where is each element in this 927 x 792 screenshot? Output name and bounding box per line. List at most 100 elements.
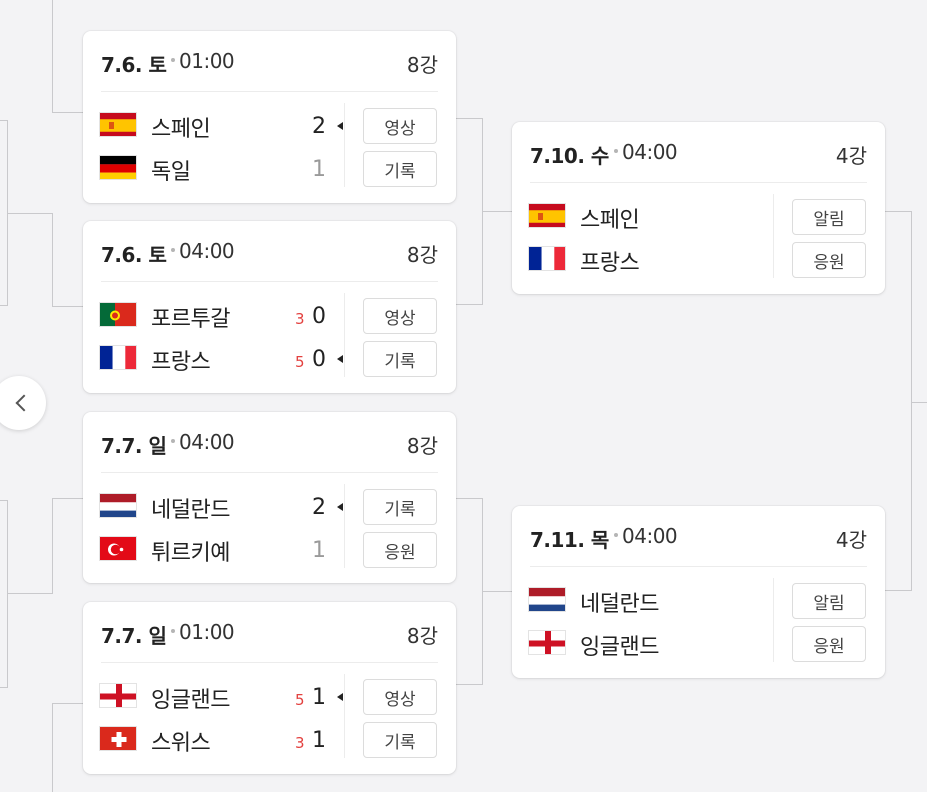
team-name: 스페인 [151,117,211,142]
cheer-button[interactable]: 응원 [792,626,866,662]
tournament-bracket: 7.6. 토 01:00 8강 스페인 2 독일 1 영상 기록 7.6. 토 [0,0,927,792]
bracket-line [482,211,512,212]
record-button[interactable]: 기록 [363,489,437,525]
bracket-line [456,684,483,685]
spain-flag-icon [99,112,137,137]
bracket-line [7,213,53,214]
match-card[interactable]: 7.11. 목 04:00 4강 네덜란드 잉글랜드 알림 응원 [512,506,885,678]
round-label: 8강 [406,624,438,648]
penalty-score: 3 [295,310,305,328]
bracket-line [52,213,53,307]
prev-round-button[interactable] [0,376,46,430]
match-time: 04:00 [622,140,678,164]
team-name: 프랑스 [580,251,640,276]
match-header: 7.6. 토 01:00 8강 [101,31,438,91]
bracket-line [52,703,83,704]
score: 2 [312,114,326,139]
germany-flag-icon [99,155,137,180]
cheer-button[interactable]: 응원 [792,242,866,278]
bracket-line [885,590,912,591]
match-header: 7.10. 수 04:00 4강 [530,122,867,182]
round-label: 8강 [406,53,438,77]
record-button[interactable]: 기록 [363,151,437,187]
divider [530,182,867,183]
video-button[interactable]: 영상 [363,108,437,144]
bracket-line [52,0,53,113]
round-label: 4강 [835,528,867,552]
divider [773,578,774,662]
record-button[interactable]: 기록 [363,722,437,758]
match-card[interactable]: 7.10. 수 04:00 4강 스페인 프랑스 알림 응원 [512,122,885,294]
team-row[interactable]: 네덜란드 [528,586,788,617]
team-name: 네덜란드 [580,592,659,617]
team-name: 포르투갈 [151,307,230,332]
match-date: 7.10. 수 [530,144,609,168]
team-name: 잉글랜드 [151,688,230,713]
bracket-line [7,500,8,688]
team-row[interactable]: 잉글랜드 [528,629,788,660]
match-card[interactable]: 7.7. 일 04:00 8강 네덜란드 2 튀르키예 1 기록 응원 [83,412,456,583]
match-time: 04:00 [179,430,235,454]
team-name: 프랑스 [151,350,211,375]
bracket-line [885,211,912,212]
score: 0 [312,347,326,372]
bracket-line [52,498,83,499]
match-time: 01:00 [179,620,235,644]
bracket-line [52,703,53,792]
score: 0 [312,304,326,329]
video-button[interactable]: 영상 [363,298,437,334]
divider [344,484,345,568]
bracket-line [456,498,483,499]
bracket-line [7,593,53,594]
penalty-score: 5 [295,691,305,709]
separator-dot [171,248,175,252]
winner-arrow-icon [337,122,343,130]
team-row[interactable]: 프랑스 [528,245,788,276]
bracket-line [0,687,8,688]
france-flag-icon [528,246,566,271]
england-flag-icon [528,630,566,655]
france-flag-icon [99,345,137,370]
bracket-line [482,591,512,592]
divider [530,566,867,567]
match-date: 7.7. 일 [101,434,167,458]
penalty-score: 5 [295,353,305,371]
chevron-left-icon [15,394,33,412]
bracket-line [911,211,912,591]
turkey-flag-icon [99,536,137,561]
team-row[interactable]: 스페인 [528,202,788,233]
alert-button[interactable]: 알림 [792,199,866,235]
cheer-button[interactable]: 응원 [363,532,437,568]
match-card[interactable]: 7.6. 토 04:00 8강 포르투갈 3 0 프랑스 5 0 영상 기록 [83,221,456,393]
bracket-line [911,402,927,403]
match-time: 04:00 [179,239,235,263]
match-header: 7.11. 목 04:00 4강 [530,506,867,566]
match-card[interactable]: 7.6. 토 01:00 8강 스페인 2 독일 1 영상 기록 [83,31,456,203]
separator-dot [171,439,175,443]
alert-button[interactable]: 알림 [792,583,866,619]
winner-arrow-icon [337,503,343,511]
separator-dot [171,629,175,633]
match-time: 01:00 [179,49,235,73]
video-button[interactable]: 영상 [363,679,437,715]
match-header: 7.7. 일 04:00 8강 [101,412,438,472]
match-date: 7.6. 토 [101,243,167,267]
divider [344,293,345,377]
record-button[interactable]: 기록 [363,341,437,377]
score: 1 [312,538,326,563]
score: 1 [312,728,326,753]
divider [101,472,438,473]
match-date: 7.11. 목 [530,528,609,552]
score: 1 [312,685,326,710]
match-header: 7.6. 토 04:00 8강 [101,221,438,281]
bracket-line [456,304,483,305]
divider [344,103,345,187]
bracket-line [0,305,8,306]
bracket-line [52,498,53,594]
team-name: 잉글랜드 [580,635,659,660]
round-label: 8강 [406,243,438,267]
match-card[interactable]: 7.7. 일 01:00 8강 잉글랜드 5 1 스위스 3 1 영상 기록 [83,602,456,774]
england-flag-icon [99,683,137,708]
netherlands-flag-icon [528,587,566,612]
divider [344,674,345,758]
